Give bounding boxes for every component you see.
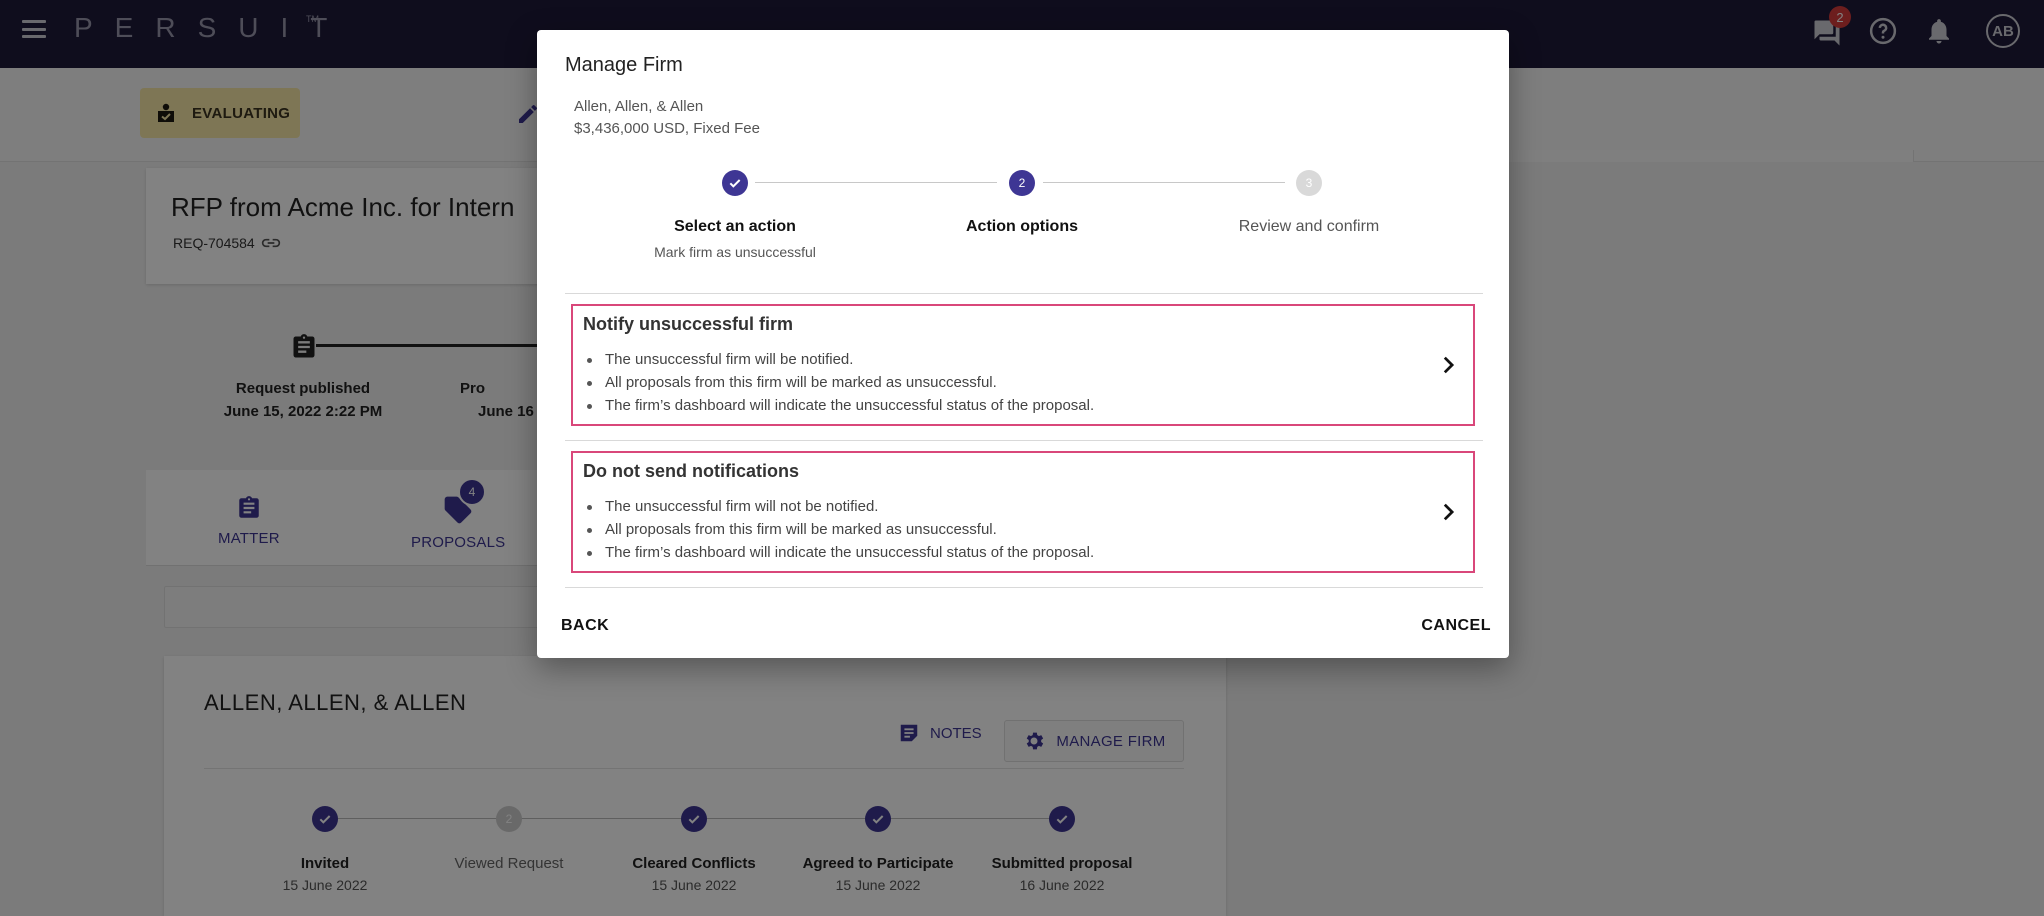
step-2-label: Action options [966,218,1078,235]
chevron-right-icon[interactable] [1437,499,1459,525]
bullet-item: All proposals from this firm will be mar… [583,518,1094,541]
dialog-firm-name: Allen, Allen, & Allen [574,98,704,115]
step-1-complete [722,170,748,196]
step-1-label: Select an action [674,218,796,235]
dialog-divider-bottom [565,587,1483,588]
manage-firm-dialog: Manage Firm Allen, Allen, & Allen $3,436… [537,30,1509,658]
cancel-button[interactable]: CANCEL [1421,617,1491,635]
stepper-connector-2 [1043,182,1285,183]
option-do-not-notify[interactable]: Do not send notifications The unsuccessf… [571,451,1475,573]
option-notify-bullets: The unsuccessful firm will be notified. … [583,348,1094,417]
bullet-item: The firm’s dashboard will indicate the u… [583,541,1094,564]
dialog-divider-middle [565,440,1483,441]
step-1-sublabel: Mark firm as unsuccessful [654,244,816,260]
option-notify-unsuccessful[interactable]: Notify unsuccessful firm The unsuccessfu… [571,304,1475,426]
step-2-active: 2 [1009,170,1035,196]
check-icon [729,179,741,188]
stepper-connector-1 [755,182,997,183]
step-3-label: Review and confirm [1238,218,1380,235]
back-button[interactable]: BACK [561,617,609,635]
option-notify-title: Notify unsuccessful firm [583,314,794,334]
dialog-title: Manage Firm [565,54,683,76]
bullet-item: All proposals from this firm will be mar… [583,371,1094,394]
option-no-notify-bullets: The unsuccessful firm will not be notifi… [583,495,1094,564]
bullet-item: The firm’s dashboard will indicate the u… [583,394,1094,417]
dialog-divider-top [565,293,1483,294]
dialog-fee: $3,436,000 USD, Fixed Fee [574,120,760,137]
bullet-item: The unsuccessful firm will not be notifi… [583,495,1094,518]
option-no-notify-title: Do not send notifications [583,461,799,481]
bullet-item: The unsuccessful firm will be notified. [583,348,1094,371]
chevron-right-icon[interactable] [1437,352,1459,378]
step-3-pending: 3 [1296,170,1322,196]
